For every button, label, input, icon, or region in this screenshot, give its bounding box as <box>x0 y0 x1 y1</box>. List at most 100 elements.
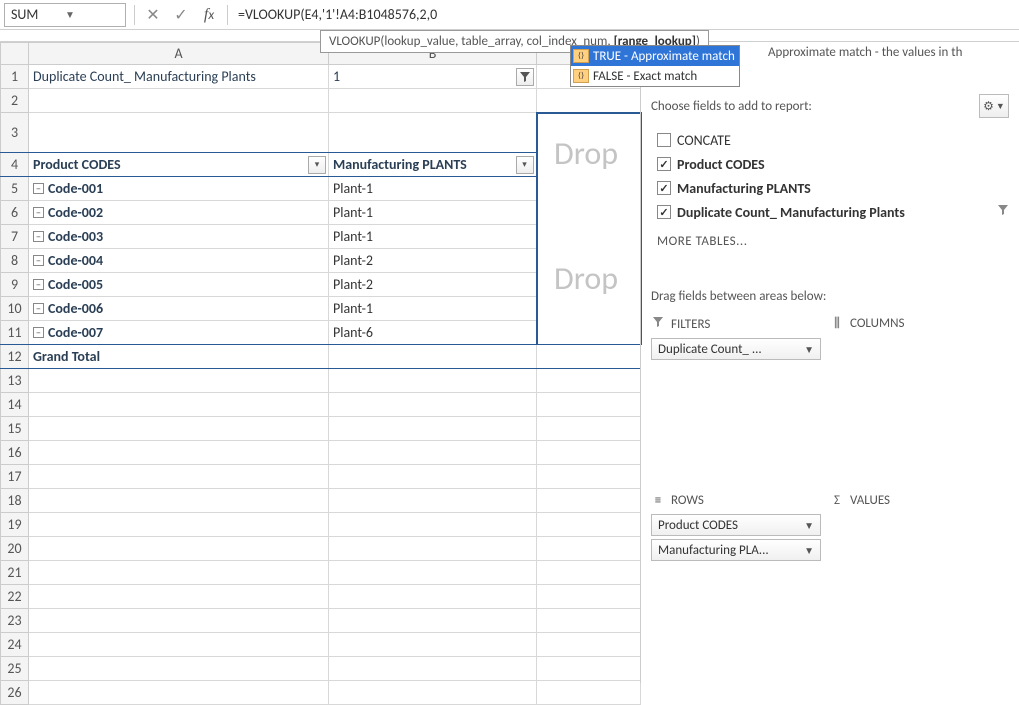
cell[interactable] <box>329 89 537 113</box>
cell[interactable] <box>29 657 329 681</box>
collapse-icon[interactable]: − <box>33 303 44 314</box>
collapse-icon[interactable]: − <box>33 279 44 290</box>
row-header[interactable]: 17 <box>1 465 29 489</box>
columns-area[interactable]: ⫼ COLUMNS <box>830 316 1009 363</box>
cell[interactable] <box>329 345 537 369</box>
cell[interactable] <box>329 633 537 657</box>
row-header[interactable]: 4 <box>1 153 29 177</box>
cell[interactable] <box>537 585 641 609</box>
cell[interactable] <box>329 369 537 393</box>
row-header[interactable]: 26 <box>1 681 29 705</box>
cell[interactable] <box>537 465 641 489</box>
cell[interactable] <box>29 441 329 465</box>
row-header[interactable]: 21 <box>1 561 29 585</box>
row-header[interactable]: 9 <box>1 273 29 297</box>
row-header[interactable]: 24 <box>1 633 29 657</box>
collapse-icon[interactable]: − <box>33 207 44 218</box>
filters-area[interactable]: FILTERS Duplicate Count_ ... ▼ <box>651 316 830 363</box>
pivot-value-cell[interactable]: Plant-1 <box>329 225 537 249</box>
pivot-row-cell[interactable]: −Code-002 <box>29 201 329 225</box>
pivot-value-cell[interactable]: Plant-2 <box>329 273 537 297</box>
cell[interactable] <box>537 633 641 657</box>
cell[interactable] <box>537 369 641 393</box>
select-all-corner[interactable] <box>1 43 29 65</box>
row-header[interactable]: 10 <box>1 297 29 321</box>
cell[interactable] <box>537 417 641 441</box>
row-header[interactable]: 6 <box>1 201 29 225</box>
pivot-value-cell[interactable]: Plant-1 <box>329 177 537 201</box>
cell[interactable] <box>29 633 329 657</box>
field-item-manufacturing-plants[interactable]: ✓ Manufacturing PLANTS <box>657 176 1009 200</box>
name-box[interactable]: SUM ▼ <box>4 3 126 27</box>
cell[interactable] <box>29 417 329 441</box>
cell[interactable] <box>329 609 537 633</box>
cell[interactable] <box>329 441 537 465</box>
cell[interactable] <box>537 441 641 465</box>
cell[interactable] <box>329 113 537 153</box>
pivot-value-cell[interactable]: Plant-2 <box>329 249 537 273</box>
cell[interactable] <box>329 465 537 489</box>
checkbox-icon[interactable]: ✓ <box>657 157 671 171</box>
row-pill-product-codes[interactable]: Product CODES ▼ <box>651 514 821 536</box>
pivot-row-header-b[interactable]: Manufacturing PLANTS ▾ <box>329 153 537 177</box>
cell[interactable] <box>29 609 329 633</box>
cell[interactable] <box>329 585 537 609</box>
row-header[interactable]: 7 <box>1 225 29 249</box>
pivot-value-cell[interactable]: Plant-6 <box>329 321 537 345</box>
row-header[interactable]: 20 <box>1 537 29 561</box>
cell[interactable] <box>29 513 329 537</box>
cell[interactable] <box>329 417 537 441</box>
autocomplete-item-false[interactable]: ⟨⟩ FALSE - Exact match <box>571 66 739 86</box>
row-header[interactable]: 16 <box>1 441 29 465</box>
row-header[interactable]: 13 <box>1 369 29 393</box>
row-header[interactable]: 19 <box>1 513 29 537</box>
selected-range[interactable] <box>537 113 641 345</box>
cell[interactable] <box>29 585 329 609</box>
checkbox-icon[interactable] <box>657 133 671 147</box>
pivot-filter-dropdown-button[interactable] <box>516 68 534 86</box>
pivot-row-dropdown-button[interactable]: ▾ <box>308 156 326 174</box>
cell[interactable] <box>329 657 537 681</box>
row-header[interactable]: 12 <box>1 345 29 369</box>
checkbox-icon[interactable]: ✓ <box>657 205 671 219</box>
cell[interactable] <box>329 681 537 705</box>
collapse-icon[interactable]: − <box>33 231 44 242</box>
row-header[interactable]: 1 <box>1 65 29 89</box>
cell[interactable] <box>537 561 641 585</box>
cell[interactable] <box>537 681 641 705</box>
row-pill-manufacturing-plants[interactable]: Manufacturing PLA... ▼ <box>651 539 821 561</box>
cell[interactable] <box>29 561 329 585</box>
pivot-row-header-a[interactable]: Product CODES ▾ <box>29 153 329 177</box>
cell[interactable] <box>29 465 329 489</box>
cell[interactable] <box>29 537 329 561</box>
autocomplete-item-true[interactable]: ⟨⟩ TRUE - Approximate match <box>571 46 739 66</box>
cell[interactable] <box>29 113 329 153</box>
field-item-product-codes[interactable]: ✓ Product CODES <box>657 152 1009 176</box>
cell[interactable] <box>29 489 329 513</box>
cell[interactable] <box>29 393 329 417</box>
cell[interactable] <box>537 657 641 681</box>
pivot-row-dropdown-button[interactable]: ▾ <box>516 156 534 174</box>
row-header[interactable]: 2 <box>1 89 29 113</box>
cell[interactable] <box>29 369 329 393</box>
pivot-filter-label-cell[interactable]: Duplicate Count_ Manufacturing Plants <box>29 65 329 89</box>
pivot-value-cell[interactable]: Plant-1 <box>329 201 537 225</box>
collapse-icon[interactable]: − <box>33 183 44 194</box>
cell[interactable] <box>29 681 329 705</box>
pane-options-button[interactable]: ⚙ ▼ <box>979 94 1009 118</box>
pivot-row-cell[interactable]: −Code-003 <box>29 225 329 249</box>
pivot-row-cell[interactable]: −Code-007 <box>29 321 329 345</box>
collapse-icon[interactable]: − <box>33 327 44 338</box>
values-area[interactable]: Σ VALUES <box>830 493 1009 564</box>
cancel-formula-button[interactable]: ✕ <box>139 3 167 27</box>
cell[interactable] <box>329 537 537 561</box>
collapse-icon[interactable]: − <box>33 255 44 266</box>
cell[interactable] <box>329 393 537 417</box>
pivot-value-cell[interactable]: Plant-1 <box>329 297 537 321</box>
row-header[interactable]: 5 <box>1 177 29 201</box>
column-header-a[interactable]: A <box>29 43 329 65</box>
pivot-row-cell[interactable]: −Code-004 <box>29 249 329 273</box>
pivot-row-cell[interactable]: −Code-005 <box>29 273 329 297</box>
enter-formula-button[interactable]: ✓ <box>167 3 195 27</box>
cell[interactable] <box>329 513 537 537</box>
